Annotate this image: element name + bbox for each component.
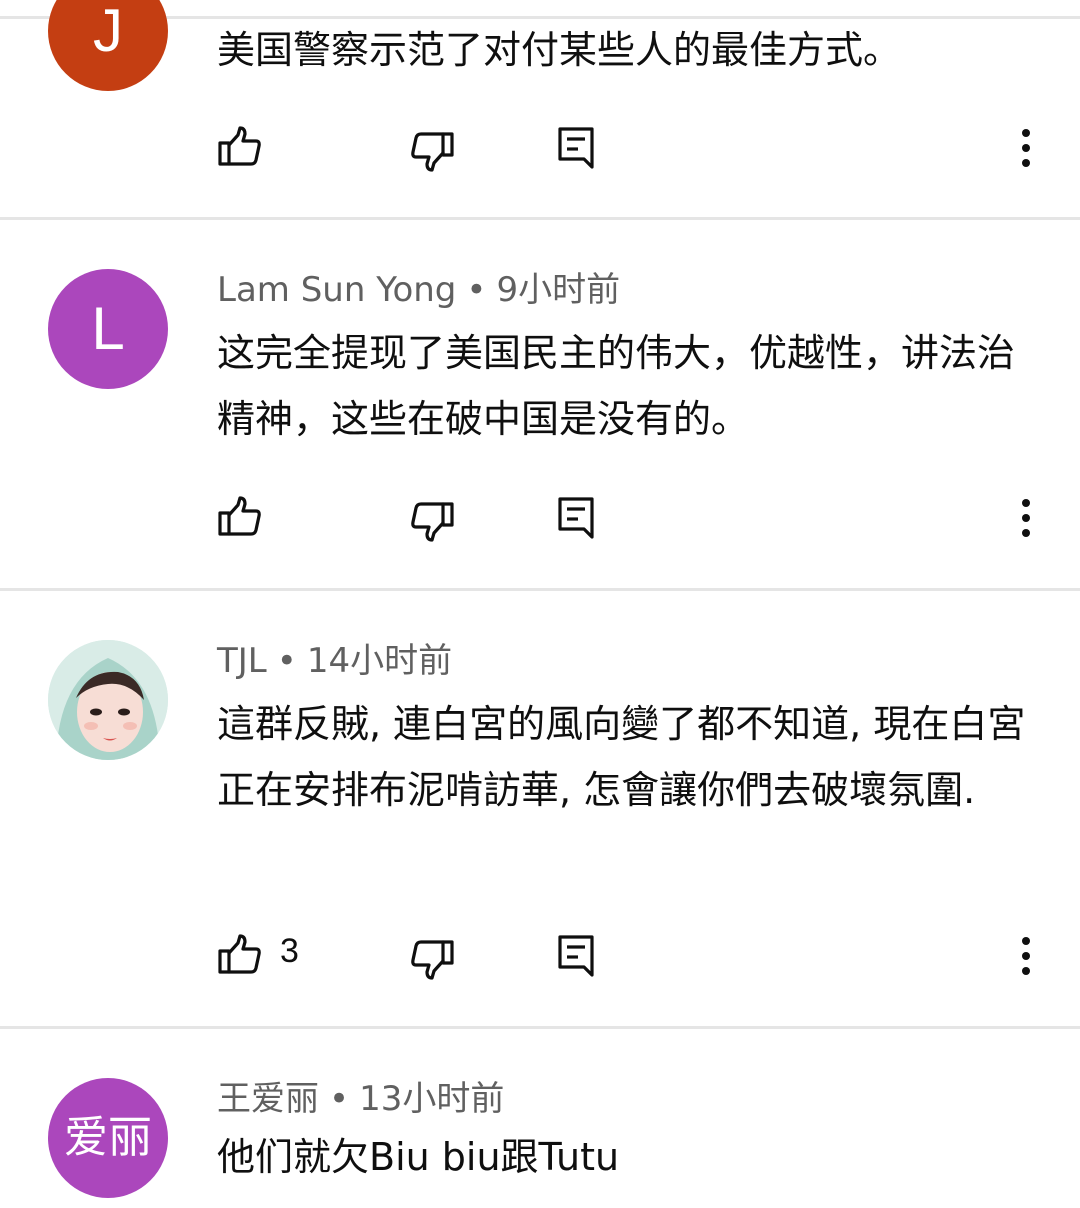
more-vertical-icon <box>1021 128 1031 168</box>
like-button[interactable] <box>210 116 270 176</box>
reply-button[interactable] <box>546 118 606 178</box>
avatar[interactable]: 爱丽 <box>48 1078 168 1198</box>
comment-actions <box>0 486 1080 546</box>
like-button[interactable] <box>210 486 270 546</box>
avatar-letter: J <box>93 0 123 64</box>
dislike-button[interactable] <box>402 930 462 990</box>
thumbs-up-icon <box>218 934 262 974</box>
comment-divider <box>0 1026 1080 1029</box>
comment-text: 他们就欠Biu biu跟Tutu <box>217 1135 620 1179</box>
comment-time: 14小时前 <box>306 641 453 681</box>
reply-comment-icon <box>558 127 594 169</box>
profile-photo-icon <box>48 640 168 760</box>
comment-divider <box>0 588 1080 591</box>
more-vertical-icon <box>1021 498 1031 538</box>
more-options-button[interactable] <box>996 488 1056 548</box>
comment-divider <box>0 217 1080 220</box>
meta-separator: • <box>329 1079 350 1119</box>
reply-comment-icon <box>558 935 594 977</box>
like-count: 3 <box>280 932 299 970</box>
reply-button[interactable] <box>546 488 606 548</box>
thumbs-up-icon <box>218 496 262 536</box>
avatar[interactable]: J <box>48 0 168 91</box>
comment-meta: TJL • 14小时前 <box>217 641 452 681</box>
more-vertical-icon <box>1021 936 1031 976</box>
comment-text: 这完全提现了美国民主的伟大，优越性，讲法治精神，这些在破中国是没有的。 <box>217 331 1016 441</box>
reply-button[interactable] <box>546 926 606 986</box>
dislike-button[interactable] <box>402 492 462 552</box>
more-options-button[interactable] <box>996 926 1056 986</box>
comment-time: 9小时前 <box>496 270 621 310</box>
thumbs-down-icon <box>410 502 454 542</box>
comment-time: 13小时前 <box>359 1079 505 1119</box>
dislike-button[interactable] <box>402 122 462 182</box>
avatar-letter: L <box>91 295 125 362</box>
avatar[interactable]: L <box>48 269 168 389</box>
comment-actions: 3 <box>0 924 1080 984</box>
like-button[interactable] <box>210 924 270 984</box>
comment-meta: 王爱丽 • 13小时前 <box>217 1079 504 1119</box>
comment-text: 美国警察示范了对付某些人的最佳方式。 <box>217 28 902 72</box>
avatar-letter: 爱丽 <box>64 1112 152 1163</box>
meta-separator: • <box>276 641 297 681</box>
comment-actions <box>0 116 1080 176</box>
thumbs-down-icon <box>410 132 454 172</box>
thumbs-up-icon <box>218 126 262 166</box>
author-name[interactable]: Lam Sun Yong <box>217 270 456 310</box>
meta-separator: • <box>466 270 487 310</box>
author-name[interactable]: 王爱丽 <box>217 1079 319 1119</box>
more-options-button[interactable] <box>996 118 1056 178</box>
author-name[interactable]: TJL <box>217 641 267 681</box>
comment-text: 這群反賊, 連白宮的風向變了都不知道, 現在白宮正在安排布泥啃訪華, 怎會讓你們… <box>217 702 1026 812</box>
avatar-photo[interactable] <box>48 640 168 760</box>
reply-comment-icon <box>558 497 594 539</box>
comment-meta: Lam Sun Yong • 9小时前 <box>217 270 620 310</box>
thumbs-down-icon <box>410 940 454 980</box>
